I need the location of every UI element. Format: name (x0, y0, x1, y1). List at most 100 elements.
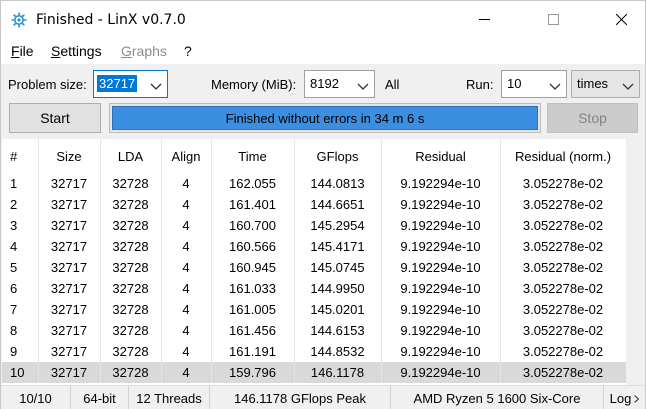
problem-size-label: Problem size: (8, 77, 87, 92)
table-cell: 32717 (38, 362, 101, 383)
table-cell: 32728 (100, 320, 162, 341)
table-cell: 9 (2, 341, 39, 362)
table-cell: 3.052278e-02 (500, 173, 626, 194)
table-cell: 32717 (38, 320, 101, 341)
table-cell: 32728 (100, 257, 162, 278)
table-cell: 1 (2, 173, 39, 194)
menu-settings[interactable]: Settings (51, 43, 102, 59)
table-cell: 3.052278e-02 (500, 194, 626, 215)
window-title: Finished - LinX v0.7.0 (36, 12, 186, 28)
table-cell: 3.052278e-02 (500, 257, 626, 278)
run-count-value: 10 (507, 76, 522, 91)
minimize-button[interactable] (461, 1, 507, 39)
table-row[interactable]: 7 32717 32728 4 161.005 145.0201 9.192294e-10 3… (2, 299, 626, 320)
column-header[interactable]: Size (38, 139, 101, 173)
table-header-row: # Size LDA Align Time GFlops Residual Residual … (2, 139, 626, 173)
table-cell: 4 (161, 257, 212, 278)
table-cell: 32717 (38, 236, 101, 257)
gear-icon (10, 11, 28, 29)
start-button[interactable]: Start (9, 103, 101, 133)
column-header[interactable]: # (2, 139, 39, 173)
table-cell: 32717 (38, 341, 101, 362)
table-row[interactable]: 9 32717 32728 4 161.191 144.8532 9.192294e-10 3… (2, 341, 626, 362)
status-bar: 10/10 64-bit 12 Threads 146.1178 GFlops … (1, 385, 645, 409)
table-cell: 32717 (38, 257, 101, 278)
column-header[interactable]: GFlops (294, 139, 382, 173)
table-cell: 161.456 (211, 320, 295, 341)
table-row[interactable]: 1 32717 32728 4 162.055 144.0813 9.192294e-10 3… (2, 173, 626, 194)
menu-help[interactable]: ? (184, 43, 192, 59)
table-cell: 160.566 (211, 236, 295, 257)
table-cell: 145.0201 (294, 299, 382, 320)
status-threads: 12 Threads (129, 386, 210, 409)
vertical-scrollbar[interactable] (626, 139, 645, 385)
table-cell: 159.796 (211, 362, 295, 383)
table-cell: 161.401 (211, 194, 295, 215)
table-cell: 3.052278e-02 (500, 341, 626, 362)
table-cell: 32728 (100, 173, 162, 194)
table-cell: 161.033 (211, 278, 295, 299)
stop-button[interactable]: Stop (547, 103, 638, 133)
table-cell: 9.192294e-10 (381, 299, 501, 320)
menu-graphs[interactable]: Graphs (121, 43, 167, 59)
results-table: # Size LDA Align Time GFlops Residual Residual … (2, 139, 626, 385)
column-header[interactable]: LDA (100, 139, 162, 173)
table-cell: 160.945 (211, 257, 295, 278)
table-cell: 144.6651 (294, 194, 382, 215)
table-cell: 32717 (38, 215, 101, 236)
chevron-down-icon (549, 79, 561, 90)
table-row[interactable]: 10 32717 32728 4 159.796 146.1178 9.192294e-10… (2, 362, 626, 383)
run-label: Run: (466, 77, 494, 92)
table-cell: 3 (2, 215, 39, 236)
table-cell: 144.6153 (294, 320, 382, 341)
table-row[interactable]: 2 32717 32728 4 161.401 144.6651 9.192294e-10 3… (2, 194, 626, 215)
table-cell: 32717 (38, 299, 101, 320)
chevron-down-icon (622, 79, 634, 90)
linx-window: Finished - LinX v0.7.0 File Settings Gra… (0, 0, 646, 409)
table-cell: 9.192294e-10 (381, 257, 501, 278)
table-cell: 3.052278e-02 (500, 215, 626, 236)
table-cell: 146.1178 (294, 362, 382, 383)
table-cell: 4 (161, 362, 212, 383)
column-header[interactable]: Residual (381, 139, 501, 173)
table-row[interactable]: 4 32717 32728 4 160.566 145.4171 9.192294e-10 3… (2, 236, 626, 257)
status-runs: 10/10 (1, 386, 71, 409)
table-cell: 32728 (100, 362, 162, 383)
table-cell: 4 (161, 299, 212, 320)
table-cell: 32728 (100, 194, 162, 215)
column-header[interactable]: Align (161, 139, 212, 173)
memory-all-label[interactable]: All (385, 77, 399, 92)
menu-file[interactable]: File (11, 43, 34, 59)
table-cell: 3.052278e-02 (500, 278, 626, 299)
run-unit-combo[interactable]: times (571, 70, 640, 98)
table-cell: 10 (2, 362, 39, 383)
table-row[interactable]: 8 32717 32728 4 161.456 144.6153 9.192294e-10 3… (2, 320, 626, 341)
table-cell: 32728 (100, 278, 162, 299)
table-cell: 3.052278e-02 (500, 299, 626, 320)
column-header[interactable]: Residual (norm.) (500, 139, 626, 173)
memory-combo[interactable]: 8192 (304, 70, 375, 98)
table-cell: 3.052278e-02 (500, 236, 626, 257)
maximize-button[interactable] (530, 1, 576, 39)
table-cell: 32728 (100, 215, 162, 236)
table-cell: 6 (2, 278, 39, 299)
table-cell: 3.052278e-02 (500, 320, 626, 341)
memory-label: Memory (MiB): (211, 77, 297, 92)
table-cell: 161.191 (211, 341, 295, 362)
log-label: Log (609, 390, 632, 406)
table-row[interactable]: 5 32717 32728 4 160.945 145.0745 9.192294e-10 3… (2, 257, 626, 278)
problem-size-combo[interactable]: 32717 (93, 70, 168, 98)
run-unit-value: times (577, 76, 609, 91)
table-cell: 4 (161, 194, 212, 215)
memory-value: 8192 (310, 76, 339, 91)
table-row[interactable]: 3 32717 32728 4 160.700 145.2954 9.192294e-10 3… (2, 215, 626, 236)
column-header[interactable]: Time (211, 139, 295, 173)
log-button[interactable]: Log (604, 386, 645, 409)
table-cell: 32728 (100, 341, 162, 362)
table-cell: 7 (2, 299, 39, 320)
table-cell: 144.8532 (294, 341, 382, 362)
table-row[interactable]: 6 32717 32728 4 161.033 144.9950 9.192294e-10 3… (2, 278, 626, 299)
run-count-combo[interactable]: 10 (501, 70, 567, 98)
table-cell: 9.192294e-10 (381, 215, 501, 236)
close-button[interactable] (598, 1, 644, 39)
